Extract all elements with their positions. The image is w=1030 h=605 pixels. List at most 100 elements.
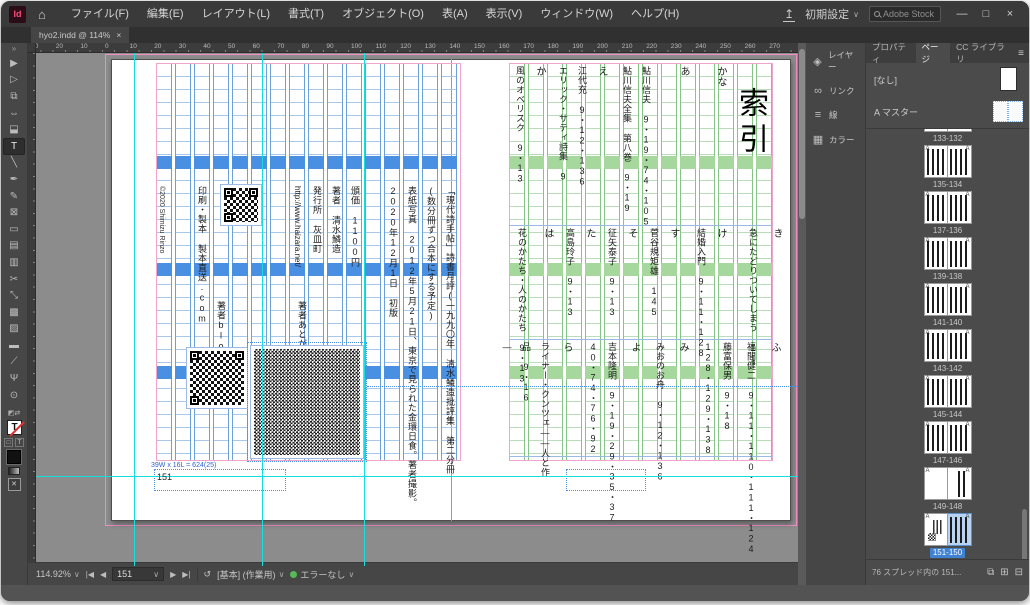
pencil-tool[interactable]: ✎: [3, 188, 25, 205]
spread-list[interactable]: AA133-132AA135-134AA137-136AA139-138AA14…: [866, 129, 1029, 559]
toolbar-expander-icon[interactable]: »: [12, 43, 16, 55]
spread-label[interactable]: 143-142: [930, 364, 965, 374]
formatting-affects-container-button[interactable]: □: [4, 438, 13, 447]
delete-spread-button[interactable]: ⊟: [1015, 567, 1023, 578]
home-icon[interactable]: ⌂: [38, 7, 46, 22]
spread-label[interactable]: 135-134: [930, 180, 965, 190]
master-none-thumbnail[interactable]: [1000, 67, 1017, 91]
hand-tool[interactable]: Ψ: [3, 370, 25, 387]
page-number-field[interactable]: 151 ∨: [112, 567, 164, 581]
page-thumbnail[interactable]: A: [948, 513, 972, 546]
page-thumbnail[interactable]: A: [948, 329, 972, 362]
menu-item[interactable]: 表示(V): [477, 1, 532, 27]
first-spread-button[interactable]: |◀: [86, 570, 94, 579]
gap-tool[interactable]: ⇔: [3, 105, 25, 122]
page-thumbnail[interactable]: A: [924, 421, 948, 454]
ruler-guide-horizontal[interactable]: [36, 476, 798, 477]
scrollbar-thumb[interactable]: [799, 49, 805, 219]
eyedropper-tool[interactable]: ⟋: [3, 354, 25, 371]
page-thumbnail[interactable]: A: [924, 145, 948, 178]
master-a-thumbnail[interactable]: [993, 101, 1023, 122]
qr-code-medium[interactable]: [186, 347, 248, 409]
spread-label[interactable]: 137-136: [930, 226, 965, 236]
selected-frame-outline[interactable]: [247, 342, 367, 462]
panel-tab-CC ライブラリ[interactable]: CC ライブラリ: [950, 43, 1013, 63]
ruler-guide-vertical[interactable]: [134, 53, 135, 566]
page-thumbnail[interactable]: A: [948, 375, 972, 408]
master-a-row[interactable]: A マスター: [866, 97, 1029, 127]
pages-scrollbar-thumb[interactable]: [1022, 509, 1027, 559]
menu-item[interactable]: 編集(E): [138, 1, 193, 27]
fill-color-swatch[interactable]: T: [7, 420, 22, 435]
rectangle-tool[interactable]: ▭: [3, 221, 25, 238]
view-profile-select[interactable]: [基本] (作業用) ∨: [217, 568, 284, 581]
page-thumbnail[interactable]: A: [948, 283, 972, 316]
gradient-tool[interactable]: ▩: [3, 304, 25, 321]
panel-icon-stroke[interactable]: ≡線: [806, 103, 865, 127]
frame-tool[interactable]: ⊠: [3, 204, 25, 221]
edit-page-size-button[interactable]: ⧉: [987, 567, 994, 578]
type-tool[interactable]: T: [3, 138, 25, 155]
ruler-guide-vertical[interactable]: [262, 53, 263, 566]
page-thumbnail[interactable]: A: [948, 237, 972, 270]
panel-icon-links[interactable]: ∞リンク: [806, 79, 865, 103]
new-spread-button[interactable]: ⊞: [1000, 567, 1008, 578]
previous-spread-button[interactable]: ◀: [100, 570, 106, 579]
swap-fill-stroke-icon[interactable]: ◩⇄: [8, 409, 20, 417]
rotate-view-icon[interactable]: ↺: [204, 569, 212, 580]
page-thumbnail[interactable]: A: [948, 129, 972, 132]
vertical-grid-tool[interactable]: ▥: [3, 254, 25, 271]
page-tool[interactable]: ⧉: [3, 88, 25, 105]
page-thumbnail[interactable]: A: [924, 513, 948, 546]
selection-tool[interactable]: ▶: [3, 55, 25, 72]
spread-label[interactable]: 133-132: [930, 134, 965, 144]
spread-item[interactable]: AA149-148: [866, 467, 1029, 513]
page-number-frame[interactable]: 151: [154, 469, 286, 491]
document-canvas[interactable]: 「現代詩手帖」詩書月評(一九九〇年 清水鱗造批評集 第二分冊(数分冊ずつ合本にす…: [28, 43, 798, 566]
stroke-color-swatch[interactable]: [7, 450, 21, 464]
adobe-stock-search-input[interactable]: Adobe Stock: [869, 6, 941, 22]
spread-label[interactable]: 141-140: [930, 318, 965, 328]
panel-menu-icon[interactable]: ≡: [1013, 43, 1029, 63]
spread-item[interactable]: AA141-140: [866, 283, 1029, 329]
spread-item[interactable]: AA139-138: [866, 237, 1029, 283]
menu-item[interactable]: 表(A): [433, 1, 477, 27]
panel-tab-プロパティ[interactable]: プロパティ: [866, 43, 916, 63]
menu-item[interactable]: ウィンドウ(W): [531, 1, 622, 27]
zoom-level-select[interactable]: 114.92% ∨: [36, 569, 80, 579]
page-thumbnail[interactable]: A: [948, 145, 972, 178]
share-icon[interactable]: ↥: [783, 7, 795, 22]
menu-item[interactable]: レイアウト(L): [193, 1, 279, 27]
spread-item[interactable]: AA 135-134: [866, 145, 1029, 191]
last-spread-button[interactable]: ▶|: [182, 570, 190, 579]
empty-text-frame[interactable]: [566, 469, 646, 491]
ruler-origin-box[interactable]: [28, 43, 36, 53]
panel-icon-color[interactable]: ▦カラー: [806, 127, 865, 152]
pen-tool[interactable]: ✒: [3, 171, 25, 188]
spread-label[interactable]: 149-148: [930, 502, 965, 512]
menu-item[interactable]: オブジェクト(O): [333, 1, 433, 27]
canvas-vertical-scrollbar[interactable]: [798, 43, 806, 585]
scissors-tool[interactable]: ✂: [3, 271, 25, 288]
workspace-switcher[interactable]: 初期設定 ∨: [805, 6, 859, 22]
formatting-affects-text-button[interactable]: T: [15, 438, 24, 447]
document-tab[interactable]: hyo2.indd @ 114% ×: [31, 27, 129, 43]
page-thumbnail[interactable]: A: [924, 467, 948, 500]
gradient-feather-tool[interactable]: ▨: [3, 321, 25, 338]
panel-icon-layers[interactable]: ◈レイヤー: [806, 43, 865, 79]
tab-close-icon[interactable]: ×: [116, 30, 121, 40]
menu-item[interactable]: ヘルプ(H): [622, 1, 688, 27]
preflight-status[interactable]: エラーなし ∨: [290, 568, 354, 581]
qr-code-small-top[interactable]: [220, 184, 262, 226]
vertical-ruler[interactable]: [28, 53, 36, 566]
horizontal-grid-tool[interactable]: ▤: [3, 238, 25, 255]
direct-selection-tool[interactable]: ▷: [3, 72, 25, 89]
maximize-button[interactable]: □: [975, 2, 997, 26]
note-tool[interactable]: ▬: [3, 337, 25, 354]
spread-item[interactable]: AA147-146: [866, 421, 1029, 467]
master-none-row[interactable]: [なし]: [866, 63, 1029, 97]
minimize-button[interactable]: —: [951, 2, 973, 26]
spread-item[interactable]: AA133-132: [866, 129, 1029, 145]
page-thumbnail[interactable]: A: [924, 329, 948, 362]
spread-label[interactable]: 147-146: [930, 456, 965, 466]
